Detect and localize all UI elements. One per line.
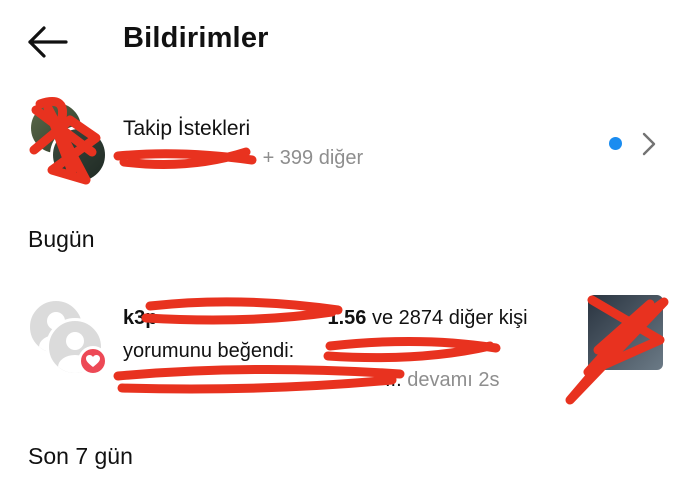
chevron-right-icon	[642, 132, 656, 156]
heart-icon	[86, 354, 100, 367]
section-today-heading: Bugün	[28, 226, 95, 252]
arrow-left-icon	[28, 26, 68, 58]
follow-requests-subtitle: + 399 diğer	[123, 147, 364, 170]
post-thumbnail[interactable]	[588, 295, 663, 370]
timestamp: 2s	[478, 369, 500, 391]
follow-requests-title: Takip İstekleri	[123, 117, 251, 140]
notification-item[interactable]: k3p 1.56 ve 2874 diğer kişi yorumunu beğe…	[0, 285, 690, 410]
notification-line-2: yorumunu beğendi:	[123, 340, 295, 362]
like-badge	[78, 346, 108, 376]
section-last-7-days-heading: Son 7 gün	[28, 443, 133, 469]
back-button[interactable]	[26, 24, 70, 60]
follow-requests-avatars	[28, 100, 118, 190]
follow-requests-row[interactable]: Takip İstekleri + 399 diğer	[0, 95, 690, 195]
more-link[interactable]: devamı	[407, 369, 473, 391]
page-title: Bildirimler	[123, 22, 269, 54]
avatar	[50, 126, 108, 184]
notification-line-3: ... devamı 2s	[123, 369, 500, 392]
redacted-usernames	[123, 152, 257, 166]
redacted-username	[157, 312, 327, 326]
follow-requests-count: + 399 diğer	[262, 147, 364, 169]
header: Bildirimler	[0, 0, 690, 84]
redacted-comment	[123, 374, 385, 388]
notification-line-1: k3p 1.56 ve 2874 diğer kişi	[123, 307, 528, 329]
unread-dot	[609, 137, 622, 150]
